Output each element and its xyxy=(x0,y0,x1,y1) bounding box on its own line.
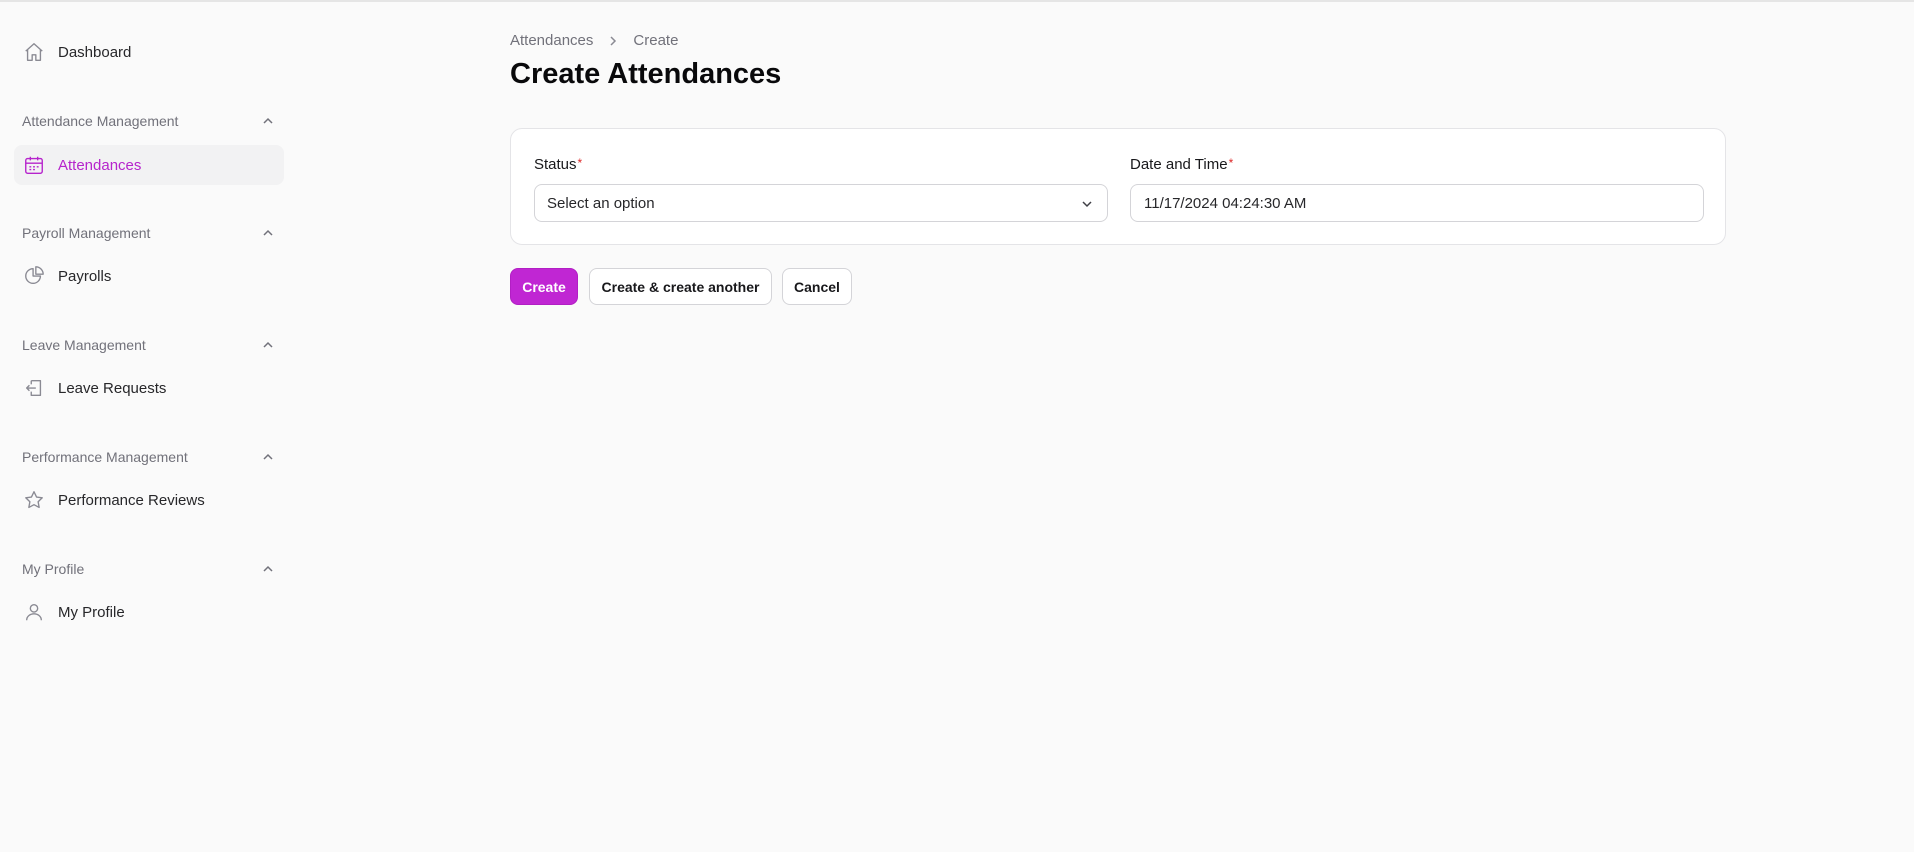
create-button[interactable]: Create xyxy=(510,268,578,305)
chevron-right-icon xyxy=(605,33,621,49)
chevron-up-icon xyxy=(260,113,276,129)
group-label: Performance Management xyxy=(22,449,188,465)
group-label: Attendance Management xyxy=(22,113,179,129)
chevron-down-icon xyxy=(1079,196,1095,212)
logout-icon xyxy=(22,376,46,400)
star-icon xyxy=(22,488,46,512)
sidebar-item-label: Attendances xyxy=(58,156,142,174)
sidebar-item-label: Performance Reviews xyxy=(58,491,205,509)
datetime-label: Date and Time* xyxy=(1130,156,1233,173)
datetime-value: 11/17/2024 04:24:30 AM xyxy=(1144,194,1307,212)
breadcrumb-attendances[interactable]: Attendances xyxy=(510,32,593,49)
sidebar-item-performance-reviews[interactable]: Performance Reviews xyxy=(14,480,284,520)
datetime-label-text: Date and Time xyxy=(1130,156,1228,173)
group-performance-management[interactable]: Performance Management xyxy=(22,446,282,468)
group-attendance-management[interactable]: Attendance Management xyxy=(22,110,282,132)
group-leave-management[interactable]: Leave Management xyxy=(22,334,282,356)
chevron-up-icon xyxy=(260,449,276,465)
group-label: Payroll Management xyxy=(22,225,151,241)
breadcrumb-current: Create xyxy=(633,32,679,49)
chevron-up-icon xyxy=(260,337,276,353)
sidebar-item-label: Dashboard xyxy=(58,43,132,61)
sidebar-item-label: My Profile xyxy=(58,603,125,621)
required-mark: * xyxy=(577,156,583,170)
user-icon xyxy=(22,600,46,624)
status-label: Status* xyxy=(534,156,582,173)
sidebar-item-attendances[interactable]: Attendances xyxy=(14,145,284,185)
sidebar: Dashboard Attendance Management Attendan… xyxy=(0,2,290,852)
breadcrumb: Attendances Create xyxy=(510,32,678,49)
sidebar-item-label: Leave Requests xyxy=(58,379,167,397)
page-title: Create Attendances xyxy=(510,58,782,90)
sidebar-item-dashboard[interactable]: Dashboard xyxy=(14,32,284,72)
sidebar-item-my-profile[interactable]: My Profile xyxy=(14,592,284,632)
group-my-profile[interactable]: My Profile xyxy=(22,558,282,580)
group-label: Leave Management xyxy=(22,337,146,353)
chevron-up-icon xyxy=(260,225,276,241)
datetime-input[interactable]: 11/17/2024 04:24:30 AM xyxy=(1130,184,1704,222)
pie-chart-icon xyxy=(22,264,46,288)
chevron-up-icon xyxy=(260,561,276,577)
cancel-button[interactable]: Cancel xyxy=(782,268,852,305)
status-label-text: Status xyxy=(534,156,577,173)
form-card: Status* Select an option Date and Time* … xyxy=(510,128,1726,245)
group-payroll-management[interactable]: Payroll Management xyxy=(22,222,282,244)
calendar-icon xyxy=(22,153,46,177)
group-label: My Profile xyxy=(22,561,85,577)
create-another-button[interactable]: Create & create another xyxy=(589,268,772,305)
status-select-value: Select an option xyxy=(547,194,655,212)
required-mark: * xyxy=(1228,156,1234,170)
sidebar-item-leave-requests[interactable]: Leave Requests xyxy=(14,368,284,408)
status-select[interactable]: Select an option xyxy=(534,184,1108,222)
sidebar-item-label: Payrolls xyxy=(58,267,112,285)
home-icon xyxy=(22,40,46,64)
sidebar-item-payrolls[interactable]: Payrolls xyxy=(14,256,284,296)
